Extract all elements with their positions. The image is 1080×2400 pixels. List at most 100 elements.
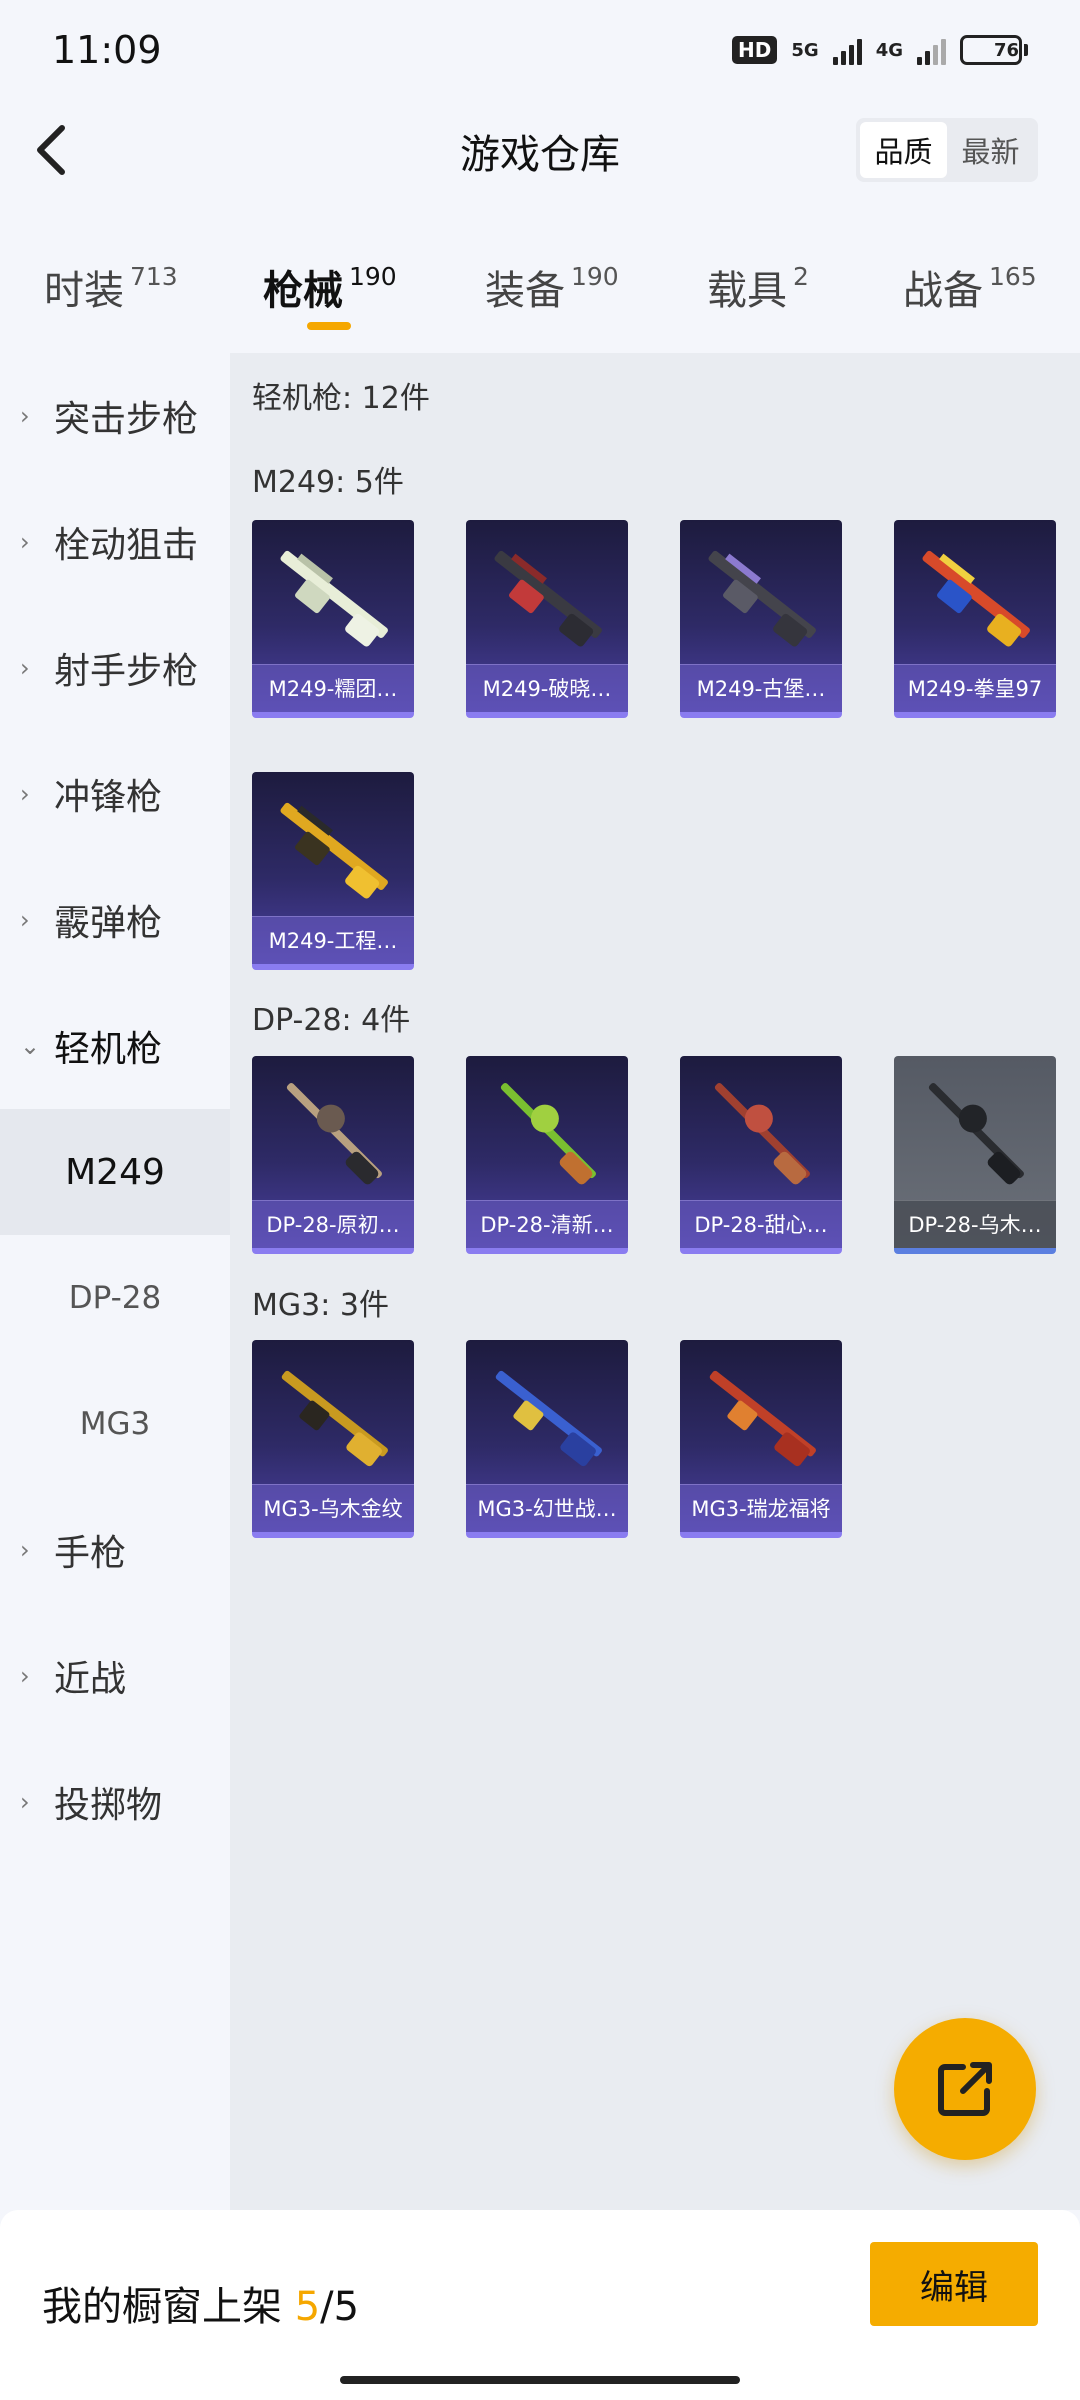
network-5g-label: 5G [791, 39, 819, 61]
sidebar-subitem-mg3[interactable]: MG3 [0, 1361, 230, 1487]
lmg-skin-icon [286, 1083, 382, 1185]
weapon-card-name: M249-破晓… [466, 664, 628, 712]
sidebar-item-bolt-sniper[interactable]: › 栓动狙击 [0, 479, 230, 605]
tab-count: 190 [349, 262, 397, 291]
sidebar-item-label: 突击步枪 [54, 399, 199, 440]
chevron-right-icon: › [20, 780, 30, 808]
sidebar-item-lmg[interactable]: ⌄ 轻机枪 [0, 983, 230, 1109]
sidebar-item-label: 射手步枪 [54, 651, 199, 692]
sidebar-item-throwable[interactable]: › 投掷物 [0, 1739, 230, 1865]
sort-toggle: 品质 最新 [856, 118, 1038, 182]
weapon-card[interactable]: M249-拳皇97 [894, 520, 1056, 718]
chevron-right-icon: › [20, 402, 30, 430]
sidebar-item-smg[interactable]: › 冲锋枪 [0, 731, 230, 857]
sidebar-item-melee[interactable]: › 近战 [0, 1613, 230, 1739]
weapon-card[interactable]: M249-破晓… [466, 520, 628, 718]
tab-combat-gear[interactable]: 战备 165 [903, 258, 1037, 316]
home-indicator[interactable] [340, 2376, 740, 2384]
tab-count: 165 [989, 262, 1037, 291]
weapon-card-name: M249-拳皇97 [894, 664, 1056, 712]
group-title: DP-28: 4件 [252, 1003, 411, 1038]
tab-label: 战备 [903, 268, 983, 314]
weapon-list: 轻机枪: 12件 M249: 5件 M249-糯团… M249-破晓… M249… [230, 353, 1080, 2210]
network-4g-label: 4G [875, 39, 903, 61]
lmg-skin-icon [280, 550, 388, 647]
weapon-card[interactable]: DP-28-乌木… [894, 1056, 1056, 1254]
weapon-card[interactable]: DP-28-清新… [466, 1056, 628, 1254]
showcase-status: 我的橱窗上架 5/5 [42, 2274, 359, 2332]
sort-quality-button[interactable]: 品质 [860, 122, 947, 178]
showcase-bar: 我的橱窗上架 5/5 编辑 [0, 2210, 1080, 2400]
sidebar-item-shotgun[interactable]: › 霰弹枪 [0, 857, 230, 983]
weapon-card[interactable]: M249-古堡… [680, 520, 842, 718]
weapon-card-name: DP-28-原初… [252, 1200, 414, 1248]
status-bar: 11:09 HD 5G 4G 76 [0, 0, 1080, 100]
chevron-right-icon: › [20, 1662, 30, 1690]
signal-5g-icon [832, 35, 862, 65]
weapon-card-name: M249-工程… [252, 916, 414, 964]
weapon-category-sidebar: › 突击步枪 › 栓动狙击 › 射手步枪 › 冲锋枪 › 霰弹枪 ⌄ 轻机枪 M… [0, 353, 230, 2210]
tab-vehicles[interactable]: 载具 2 [707, 258, 809, 316]
sidebar-item-label: 冲锋枪 [54, 777, 163, 818]
share-button[interactable] [894, 2018, 1036, 2160]
lmg-skin-icon [928, 1083, 1024, 1185]
chevron-right-icon: › [20, 1536, 30, 1564]
group-title: M249: 5件 [252, 465, 404, 500]
lmg-skin-icon [281, 1370, 388, 1467]
status-time: 11:09 [52, 28, 162, 72]
tab-label: 载具 [707, 268, 787, 314]
lmg-skin-icon [709, 1370, 816, 1467]
weapon-card[interactable]: DP-28-原初… [252, 1056, 414, 1254]
sidebar-item-pistol[interactable]: › 手枪 [0, 1487, 230, 1613]
status-icons: HD 5G 4G 76 [732, 35, 1028, 65]
sidebar-item-label: 栓动狙击 [54, 525, 199, 566]
lmg-skin-icon [714, 1083, 810, 1185]
active-tab-indicator [307, 322, 351, 330]
hd-icon: HD [732, 36, 778, 64]
weapon-card-name: M249-糯团… [252, 664, 414, 712]
tab-label: 时装 [44, 268, 124, 314]
sidebar-item-label: 霰弹枪 [54, 903, 163, 944]
lmg-skin-icon [708, 550, 816, 647]
lmg-skin-icon [280, 802, 388, 899]
sidebar-item-marksman-rifle[interactable]: › 射手步枪 [0, 605, 230, 731]
weapon-card-name: DP-28-乌木… [894, 1200, 1056, 1248]
tab-firearms[interactable]: 枪械 190 [263, 258, 397, 316]
showcase-count: 5 [294, 2284, 321, 2330]
weapon-card[interactable]: MG3-瑞龙福将 [680, 1340, 842, 1538]
weapon-card[interactable]: DP-28-甜心… [680, 1056, 842, 1254]
chevron-right-icon: › [20, 1788, 30, 1816]
battery-cap [1024, 44, 1028, 56]
chevron-right-icon: › [20, 654, 30, 682]
weapon-card[interactable]: MG3-乌木金纹 [252, 1340, 414, 1538]
share-external-icon [938, 2062, 992, 2116]
weapon-card-name: MG3-幻世战… [466, 1484, 628, 1532]
tab-fashion[interactable]: 时装 713 [44, 258, 178, 316]
signal-4g-icon [917, 35, 946, 65]
lmg-skin-icon [922, 550, 1030, 647]
weapon-card[interactable]: M249-工程… [252, 772, 414, 970]
sidebar-item-assault-rifle[interactable]: › 突击步枪 [0, 353, 230, 479]
tab-label: 枪械 [263, 268, 343, 314]
tab-count: 713 [130, 262, 178, 291]
tab-count: 2 [793, 262, 809, 291]
lmg-skin-icon [500, 1083, 596, 1185]
sidebar-item-label: 投掷物 [54, 1785, 163, 1826]
tab-count: 190 [571, 262, 619, 291]
chevron-down-icon: ⌄ [20, 1032, 41, 1060]
sidebar-subitem-m249[interactable]: M249 [0, 1109, 230, 1235]
edit-button[interactable]: 编辑 [870, 2242, 1038, 2326]
sidebar-item-label: 手枪 [54, 1533, 127, 1574]
chevron-right-icon: › [20, 528, 30, 556]
tab-equipment[interactable]: 装备 190 [485, 258, 619, 316]
lmg-skin-icon [495, 1370, 602, 1467]
weapon-card[interactable]: M249-糯团… [252, 520, 414, 718]
sidebar-subitem-dp28[interactable]: DP-28 [0, 1235, 230, 1361]
sort-newest-button[interactable]: 最新 [947, 122, 1034, 178]
weapon-card-name: MG3-乌木金纹 [252, 1484, 414, 1532]
battery-level: 76 [993, 39, 1019, 61]
lmg-skin-icon [494, 550, 602, 647]
tab-label: 装备 [485, 268, 565, 314]
weapon-card[interactable]: MG3-幻世战… [466, 1340, 628, 1538]
battery-icon: 76 [960, 35, 1022, 65]
